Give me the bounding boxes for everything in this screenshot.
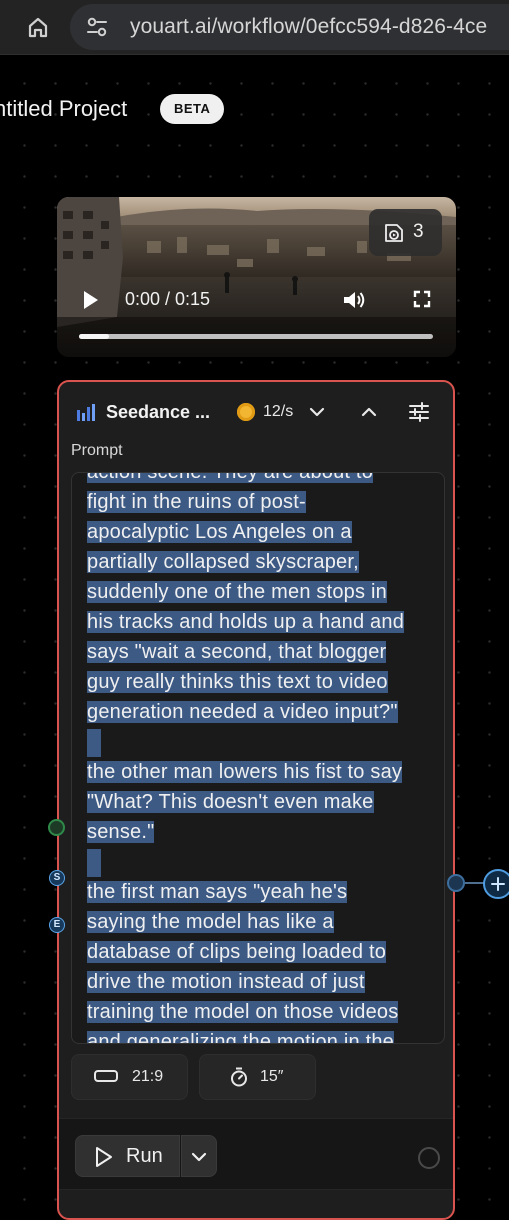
prompt-line: partially collapsed skyscraper, <box>87 551 359 573</box>
plus-icon <box>491 877 505 891</box>
aspect-ratio-icon <box>94 1070 118 1082</box>
prompt-blank-line <box>87 727 437 757</box>
video-preview-node[interactable]: 3 0:00 / 0:15 <box>57 197 456 357</box>
video-progress-bar[interactable] <box>79 334 433 339</box>
video-progress-fill <box>79 334 109 339</box>
duration-button[interactable]: 15″ <box>199 1054 316 1100</box>
sliders-icon[interactable] <box>408 402 430 427</box>
prompt-line: apocalyptic Los Angeles on a <box>87 521 352 543</box>
chevron-down-icon <box>191 1152 207 1162</box>
prompt-line: action scene. They are about to <box>87 473 437 487</box>
prompt-label: Prompt <box>71 442 123 459</box>
volume-icon[interactable] <box>341 288 367 317</box>
clip-count: 3 <box>413 221 424 242</box>
prompt-line: the other man lowers his fist to say <box>87 761 403 783</box>
site-settings-icon[interactable] <box>84 15 110 39</box>
address-bar[interactable]: youart.ai/workflow/0efcc594-d826-4ce <box>70 4 509 50</box>
add-node-button[interactable] <box>483 869 509 899</box>
status-indicator <box>418 1147 440 1169</box>
prompt-line: and generalizing the motion in the <box>87 1027 437 1043</box>
aspect-ratio-value: 21:9 <box>132 1068 164 1085</box>
prompt-line: the first man says "yeah he's <box>87 881 348 903</box>
video-input-handle[interactable] <box>48 819 65 836</box>
fullscreen-icon[interactable] <box>412 289 432 314</box>
prompt-textarea[interactable]: action scene. They are about to fight in … <box>71 472 445 1044</box>
project-title[interactable]: ntitled Project <box>0 96 127 122</box>
start-frame-handle[interactable]: S <box>49 870 65 886</box>
prompt-text[interactable]: action scene. They are about to fight in … <box>87 473 437 1043</box>
url-text[interactable]: youart.ai/workflow/0efcc594-d826-4ce <box>130 15 487 39</box>
run-footer: Run <box>59 1118 453 1190</box>
clip-count-badge[interactable]: 3 <box>369 209 442 256</box>
model-name[interactable]: Seedance ... <box>106 402 210 423</box>
end-frame-handle[interactable]: E <box>49 917 65 933</box>
prompt-line: suddenly one of the men stops in <box>87 581 387 603</box>
prompt-line: saying the model has like a <box>87 911 334 933</box>
prompt-line: says "wait a second, that blogger <box>87 641 387 663</box>
beta-badge: BETA <box>160 94 225 124</box>
run-button[interactable]: Run <box>75 1135 180 1177</box>
credit-rate: 12/s <box>263 403 294 420</box>
model-bars-icon <box>77 404 95 421</box>
prompt-line: database of clips being loaded to <box>87 941 387 963</box>
play-outline-icon <box>96 1147 112 1167</box>
prompt-line: drive the motion instead of just <box>87 971 365 993</box>
seedance-model-node[interactable]: Seedance ... 12/s Prompt action scene. T… <box>57 380 455 1220</box>
prompt-line: his tracks and holds up a hand and <box>87 611 405 633</box>
output-handle[interactable] <box>447 874 465 892</box>
chevron-down-icon[interactable] <box>307 402 327 427</box>
duration-value: 15″ <box>260 1068 284 1085</box>
video-time: 0:00 / 0:15 <box>125 289 211 309</box>
prompt-line: fight in the ruins of post- <box>87 491 306 513</box>
prompt-line: generation needed a video input?" <box>87 701 398 723</box>
output-edge <box>465 882 485 884</box>
node-header: Seedance ... 12/s <box>59 382 453 440</box>
prompt-line: "What? This doesn't even make <box>87 791 374 813</box>
prompt-line: training the model on those videos <box>87 1001 399 1023</box>
aspect-ratio-button[interactable]: 21:9 <box>71 1054 188 1100</box>
credit-coin-icon <box>237 403 255 421</box>
prompt-line: sense." <box>87 821 155 843</box>
prompt-blank-line <box>87 847 437 877</box>
run-options-button[interactable] <box>181 1135 217 1177</box>
run-label: Run <box>126 1145 163 1167</box>
video-clip-icon <box>385 224 403 242</box>
home-icon[interactable] <box>20 10 56 44</box>
play-icon[interactable] <box>81 289 101 316</box>
prompt-line: guy really thinks this text to video <box>87 671 388 693</box>
browser-toolbar: youart.ai/workflow/0efcc594-d826-4ce <box>0 0 509 55</box>
chevron-up-icon[interactable] <box>359 402 379 427</box>
stopwatch-icon <box>231 1067 247 1087</box>
